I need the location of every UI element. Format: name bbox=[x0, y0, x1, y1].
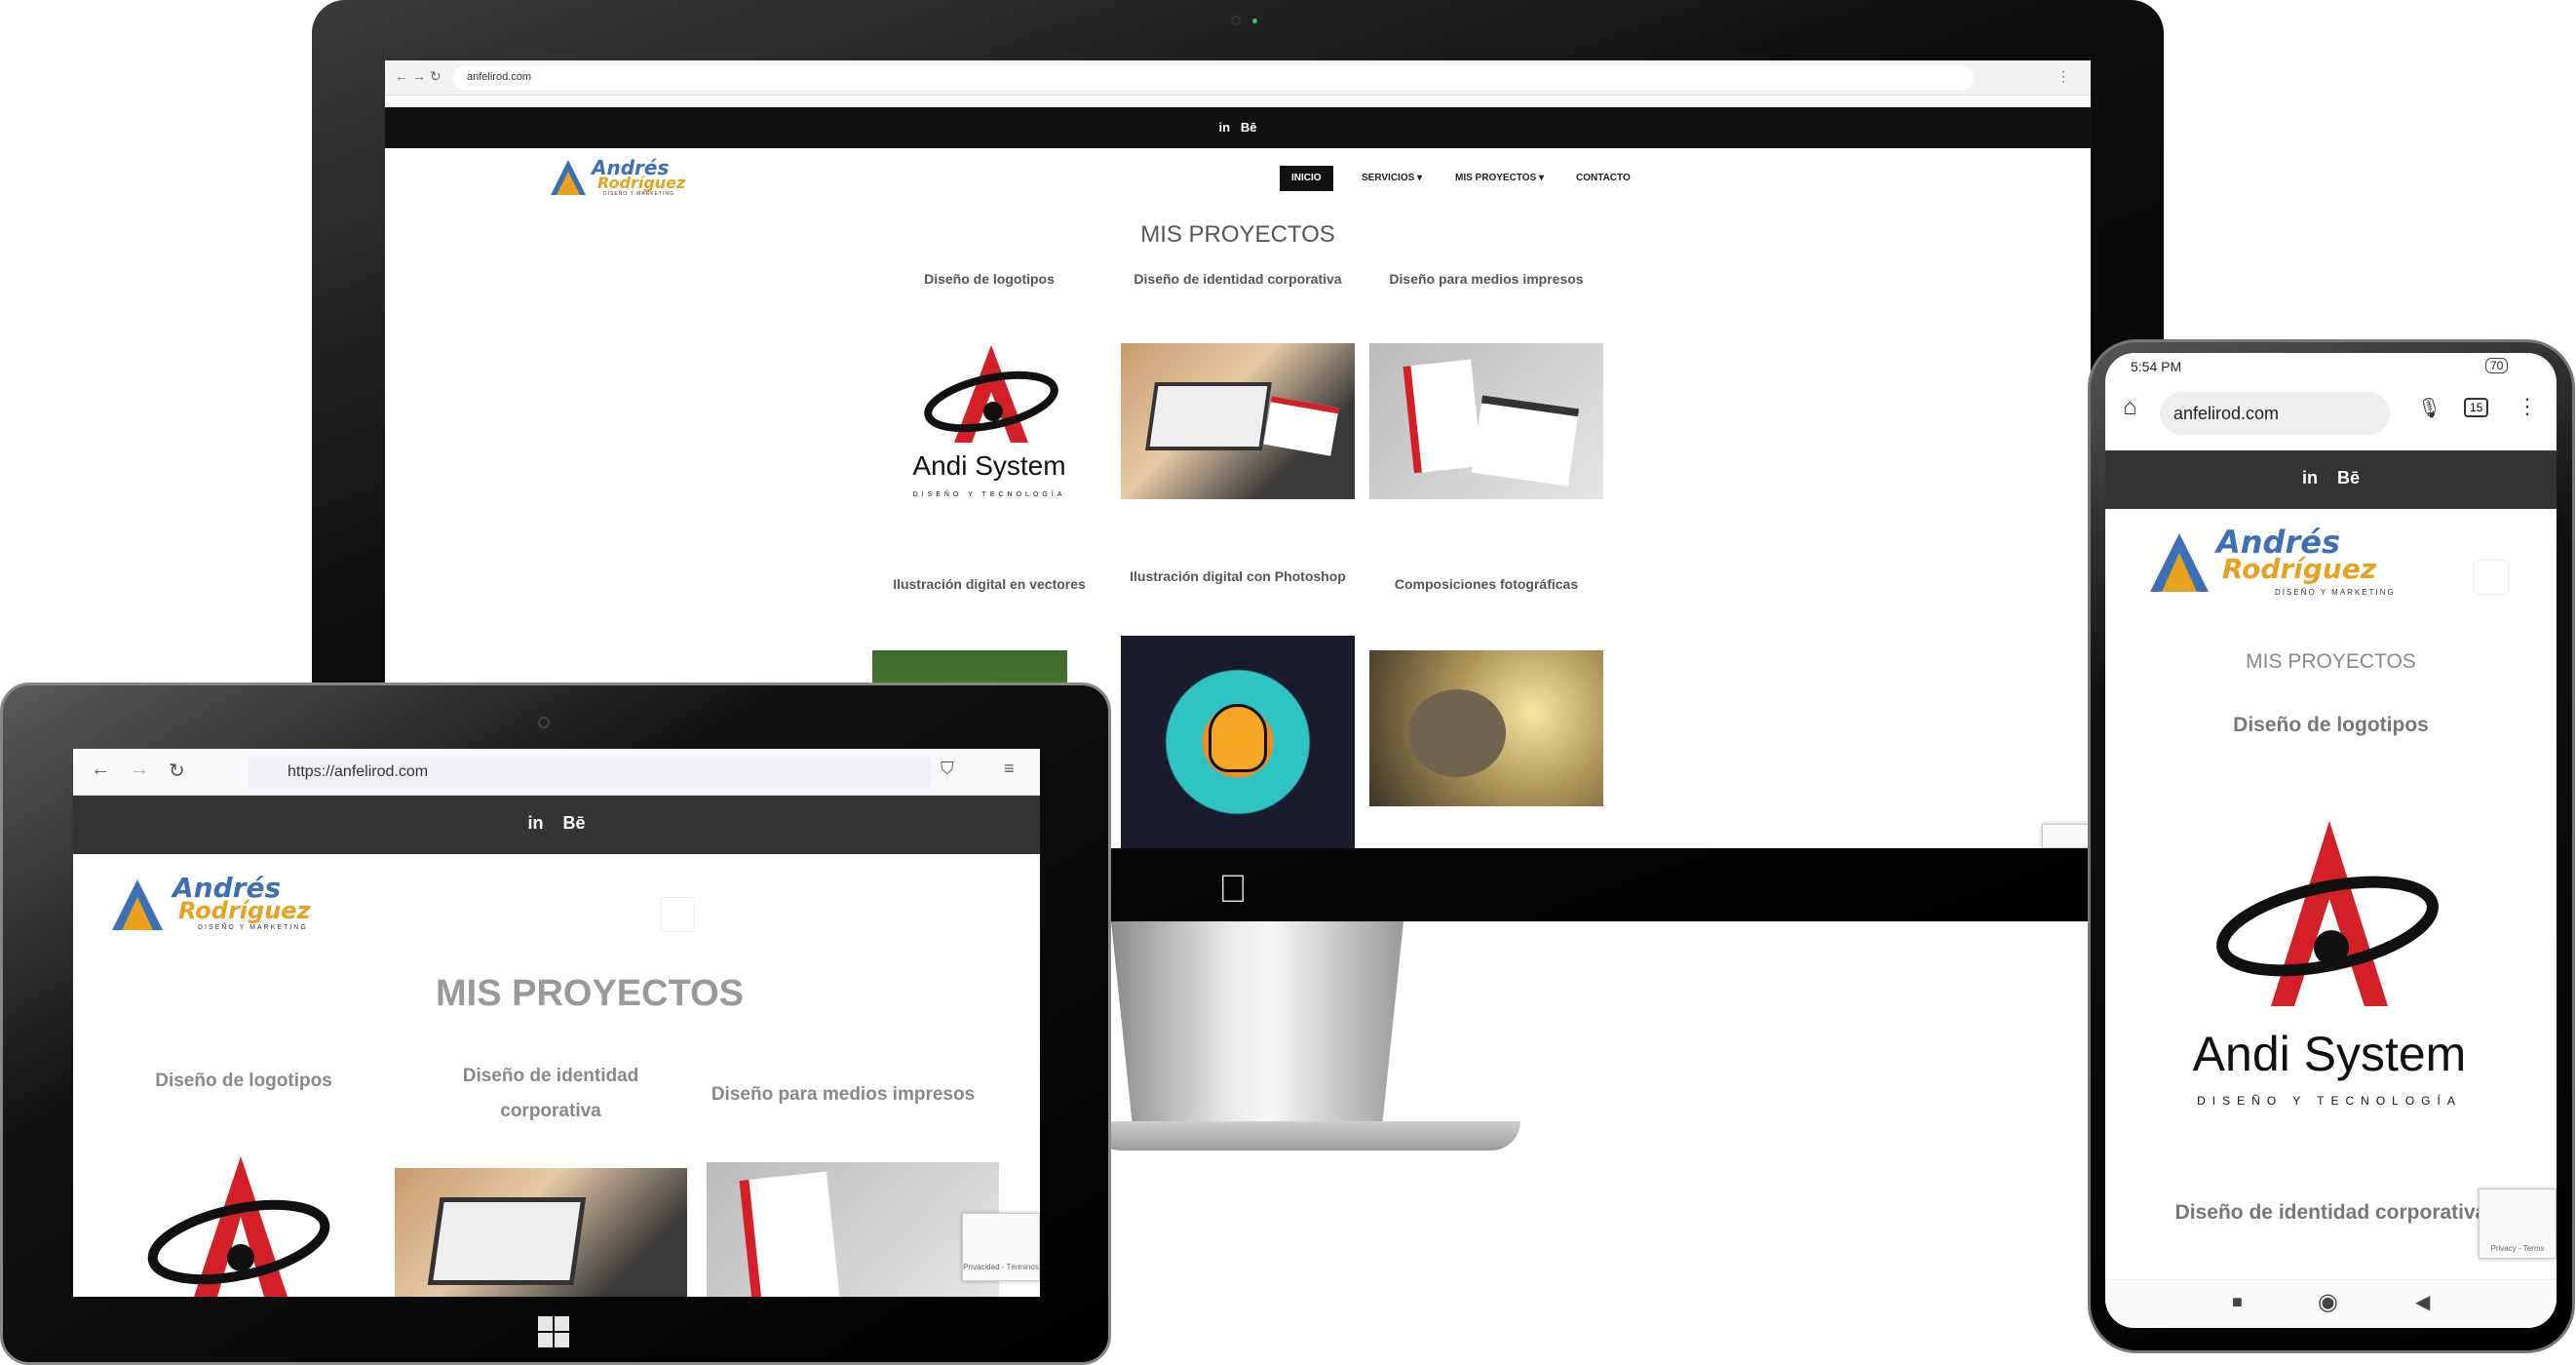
nav-mis-proyectos[interactable]: MIS PROYECTOS ▾ bbox=[1443, 166, 1556, 191]
recaptcha-badge[interactable] bbox=[2042, 824, 2091, 848]
social-bar: in Bē bbox=[73, 796, 1040, 854]
logo-triangle-icon bbox=[2150, 533, 2209, 592]
address-bar[interactable]: anfelirod.com bbox=[2160, 392, 2390, 435]
project-caption[interactable]: Diseño de logotipos bbox=[73, 1071, 414, 1092]
url-text: anfelirod.com bbox=[2173, 404, 2280, 423]
site-logo[interactable]: Andrés Rodríguez DISEÑO Y MARKETING bbox=[2148, 524, 2402, 602]
project-caption[interactable]: Diseño de identidad corporativa bbox=[1121, 271, 1355, 287]
back-icon[interactable]: ← bbox=[395, 68, 408, 84]
url-text: https://anfelirod.com bbox=[288, 763, 429, 780]
project-caption[interactable]: Diseño para medios impresos bbox=[1369, 271, 1603, 287]
logo-triangle-icon bbox=[551, 160, 586, 195]
project-caption[interactable]: Ilustración digital con Photoshop bbox=[1121, 564, 1355, 589]
monitor-stand bbox=[1111, 921, 1403, 1146]
recaptcha-badge[interactable]: Privacidad - Términos bbox=[962, 1213, 1040, 1281]
identity-project-image[interactable] bbox=[1121, 343, 1355, 499]
page-title: MIS PROYECTOS bbox=[1140, 221, 1335, 248]
photoshop-project-image[interactable] bbox=[1121, 636, 1355, 848]
logo-triangle-icon bbox=[112, 879, 163, 930]
monitor-foot bbox=[1092, 1121, 1520, 1150]
nav-inicio[interactable]: INICIO bbox=[1280, 166, 1333, 191]
browser-toolbar: ← → ↻ anfelirod.com ⋮ bbox=[385, 60, 2091, 96]
project-caption[interactable]: Diseño de logotipos bbox=[2105, 714, 2557, 737]
nav-servicios[interactable]: SERVICIOS ▾ bbox=[1350, 166, 1434, 191]
nav-contacto[interactable]: CONTACTO bbox=[1564, 166, 1642, 191]
forward-icon[interactable]: → bbox=[412, 68, 426, 84]
apple-logo-icon:  bbox=[1218, 868, 1248, 912]
tab-count[interactable]: 15 bbox=[2464, 398, 2489, 417]
forward-icon[interactable]: → bbox=[130, 759, 149, 781]
page-title: MIS PROYECTOS bbox=[2246, 650, 2416, 673]
back-icon[interactable]: ← bbox=[91, 759, 110, 781]
andi-logo-mark-icon bbox=[2216, 821, 2439, 1006]
menu-dots-icon[interactable]: ⋮ bbox=[2517, 394, 2538, 419]
browser-toolbar: ← → ↻ https://anfelirod.com ⛉ ≡ bbox=[73, 749, 1040, 796]
andi-logo-mark-icon bbox=[147, 1156, 330, 1297]
project-caption[interactable]: Ilustración digital en vectores bbox=[872, 576, 1106, 592]
reload-icon[interactable]: ↻ bbox=[169, 759, 185, 783]
status-bar: 5:54 PM 70 bbox=[2105, 353, 2557, 382]
reload-icon[interactable]: ↻ bbox=[430, 68, 442, 85]
back-button-icon[interactable]: ◀ bbox=[2415, 1290, 2430, 1314]
andi-logo-mark-icon bbox=[924, 345, 1058, 443]
tablet-camera bbox=[538, 717, 550, 728]
identity-project-image[interactable] bbox=[395, 1168, 687, 1297]
social-bar: in Bē bbox=[385, 107, 2091, 148]
project-caption[interactable]: Diseño de identidad corporativa bbox=[414, 1059, 687, 1129]
project-caption[interactable]: Diseño para medios impresos bbox=[687, 1084, 999, 1106]
behance-icon[interactable]: Bē bbox=[563, 813, 586, 833]
print-project-image[interactable] bbox=[707, 1162, 999, 1297]
mobile-menu-toggle[interactable] bbox=[660, 897, 695, 932]
tablet-screen: ← → ↻ https://anfelirod.com ⛉ ≡ in Bē An… bbox=[73, 749, 1040, 1297]
monitor-camera bbox=[1231, 16, 1241, 25]
home-icon[interactable]: ⌂ bbox=[2123, 394, 2137, 421]
social-bar: in Bē bbox=[2105, 450, 2557, 509]
page-title: MIS PROYECTOS bbox=[435, 973, 745, 1014]
project-caption[interactable]: Diseño de logotipos bbox=[872, 271, 1106, 287]
print-project-image[interactable] bbox=[1369, 343, 1603, 499]
hamburger-menu-icon[interactable]: ≡ bbox=[1004, 759, 1015, 779]
project-caption[interactable]: Composiciones fotográficas bbox=[1369, 576, 1603, 592]
andi-system-logo[interactable]: Andi System DISEÑO Y TECNOLOGÍA bbox=[872, 333, 1106, 509]
address-bar[interactable]: anfelirod.com bbox=[453, 66, 1974, 90]
linkedin-icon[interactable]: in bbox=[527, 813, 543, 833]
mobile-menu-toggle[interactable] bbox=[2474, 560, 2509, 595]
android-nav-bar: ■ ◉ ◀ bbox=[2105, 1279, 2557, 1328]
site-logo[interactable]: Andrés Rodríguez DISEÑO Y MARKETING bbox=[110, 870, 325, 938]
recaptcha-badge[interactable]: Privacy - Terms bbox=[2479, 1189, 2557, 1259]
behance-icon[interactable]: Bē bbox=[1241, 120, 1257, 135]
menu-dots-icon[interactable]: ⋮ bbox=[2057, 68, 2070, 85]
recents-icon[interactable]: ■ bbox=[2232, 1292, 2243, 1312]
battery-indicator: 70 bbox=[2485, 358, 2509, 373]
linkedin-icon[interactable]: in bbox=[1218, 120, 1230, 135]
home-button-icon[interactable]: ◉ bbox=[2318, 1288, 2338, 1316]
address-bar[interactable]: https://anfelirod.com bbox=[249, 757, 931, 788]
site-logo[interactable]: Andrés Rodríguez DISEÑO Y MARKETING bbox=[549, 154, 695, 201]
andi-system-logo[interactable]: Andi System DISEÑO Y TECNOLOGÍA bbox=[2144, 811, 2515, 1143]
linkedin-icon[interactable]: in bbox=[2302, 468, 2318, 488]
phone-screen: 5:54 PM 70 ⌂ 🎙 15 ⋮ anfelirod.com in Bē … bbox=[2105, 353, 2557, 1328]
photo-composition-image[interactable] bbox=[1369, 650, 1603, 806]
shield-icon[interactable]: ⛉ bbox=[941, 759, 954, 779]
url-text: anfelirod.com bbox=[467, 71, 532, 83]
behance-icon[interactable]: Bē bbox=[2337, 468, 2360, 488]
monitor-camera-light bbox=[1252, 19, 1257, 23]
microphone-icon[interactable]: 🎙 bbox=[2417, 396, 2441, 420]
windows-logo-icon bbox=[538, 1316, 569, 1347]
status-time: 5:54 PM bbox=[2131, 359, 2182, 374]
